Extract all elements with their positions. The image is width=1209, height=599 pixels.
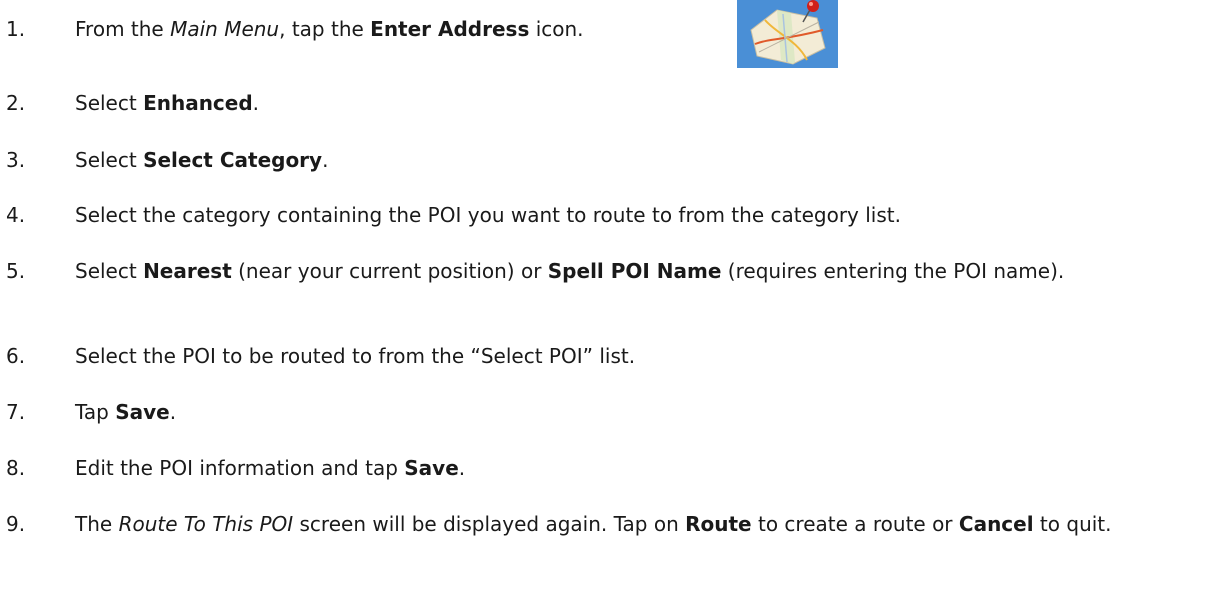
text-run: (near your current position) or xyxy=(231,259,548,283)
step-number: 8. xyxy=(6,456,26,480)
map-pin-icon-graphic xyxy=(737,0,838,68)
text-run-bold: Nearest xyxy=(143,259,232,283)
step-number: 3. xyxy=(6,148,26,172)
step-text: Select Enhanced. xyxy=(75,89,1200,118)
text-run-bold: Save xyxy=(115,400,170,424)
text-run: Select xyxy=(75,259,144,283)
text-run: Tap xyxy=(75,400,116,424)
text-run: From the xyxy=(75,17,171,41)
step-number: 2. xyxy=(6,91,26,115)
step-number: 1. xyxy=(6,17,26,41)
step-number: 5. xyxy=(6,259,26,283)
text-run-bold: Route xyxy=(685,512,752,536)
text-run-bold: Save xyxy=(404,456,459,480)
text-run: , tap the xyxy=(279,17,371,41)
step-text: Select the category containing the POI y… xyxy=(75,201,1200,230)
text-run-bold: Cancel xyxy=(958,512,1034,536)
step-number: 4. xyxy=(6,203,26,227)
step-number: 9. xyxy=(6,512,26,536)
text-run: to quit. xyxy=(1033,512,1112,536)
text-run: . xyxy=(169,400,177,424)
step-text: The Route To This POI screen will be dis… xyxy=(75,510,1200,539)
text-run: Select xyxy=(75,91,144,115)
text-run: Select the category containing the POI y… xyxy=(75,203,901,227)
text-run: . xyxy=(322,148,329,172)
text-run-bold: Spell POI Name xyxy=(547,259,722,283)
text-run: (requires entering the POI name). xyxy=(721,259,1065,283)
text-run-bold: Enter Address xyxy=(370,17,530,41)
step-number: 6. xyxy=(6,344,26,368)
step-text: Select the POI to be routed to from the … xyxy=(75,342,1200,371)
step-text: From the Main Menu, tap the Enter Addres… xyxy=(75,15,1200,44)
text-run: Edit the POI information and tap xyxy=(75,456,405,480)
step-text: Select Nearest (near your current positi… xyxy=(75,257,1200,286)
map-pin-icon xyxy=(737,0,838,68)
text-run-bold: Enhanced xyxy=(143,91,253,115)
step-text: Edit the POI information and tap Save. xyxy=(75,454,1200,483)
step-text: Select Select Category. xyxy=(75,146,1200,175)
text-run: Select the POI to be routed to from the … xyxy=(75,344,636,368)
text-run-bold: Select Category xyxy=(143,148,323,172)
text-run: . xyxy=(458,456,466,480)
step-number: 7. xyxy=(6,400,26,424)
step-text: Tap Save. xyxy=(75,398,1200,427)
text-run: The xyxy=(75,512,119,536)
text-run: icon. xyxy=(529,17,584,41)
text-run: . xyxy=(252,91,260,115)
text-run-italic: Main Menu xyxy=(170,17,280,41)
text-run: screen will be displayed again. Tap on xyxy=(293,512,686,536)
text-run: to create a route or xyxy=(751,512,959,536)
text-run-italic: Route To This POI xyxy=(118,512,294,536)
text-run: Select xyxy=(75,148,144,172)
